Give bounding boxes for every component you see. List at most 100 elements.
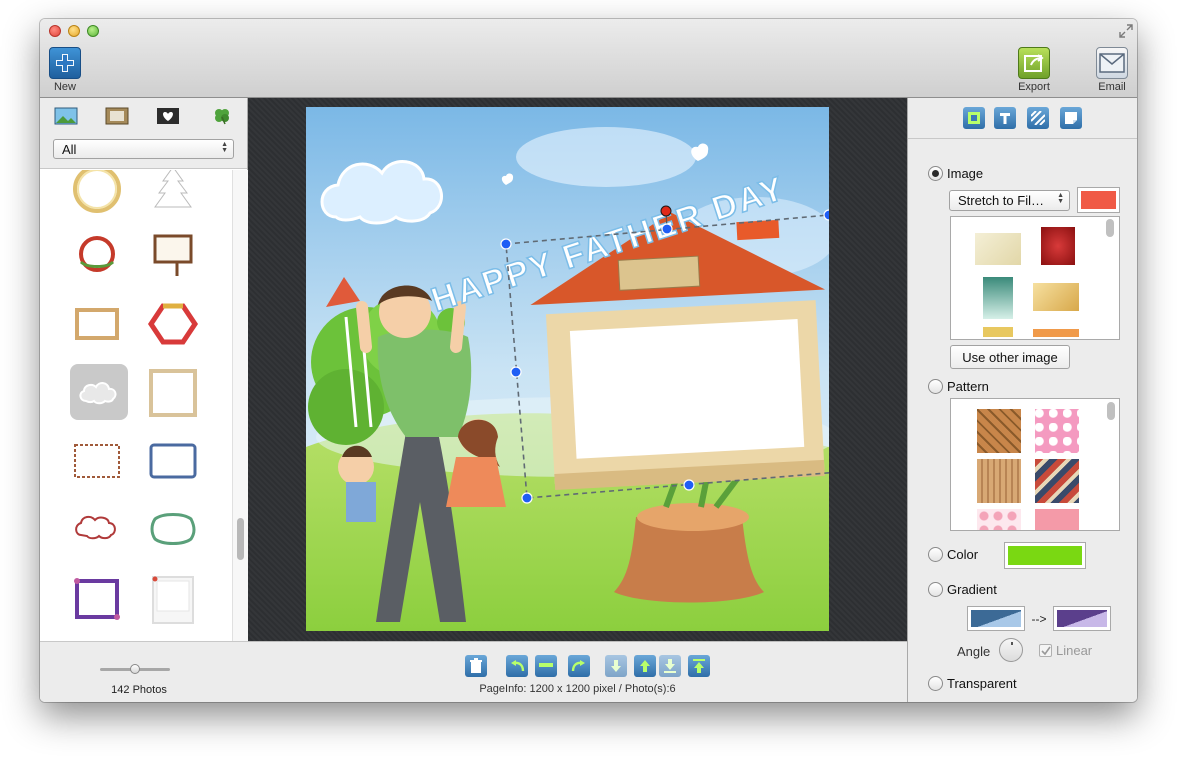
frame-thumb-green-wavy[interactable] bbox=[144, 500, 202, 558]
email-label: Email bbox=[1098, 81, 1126, 93]
send-to-back-button[interactable] bbox=[605, 655, 627, 677]
frame-thumb-tree[interactable] bbox=[144, 170, 202, 218]
background-tab[interactable] bbox=[54, 107, 78, 125]
rotate-left-button[interactable] bbox=[506, 655, 528, 677]
thumbnail-size-slider[interactable] bbox=[100, 664, 170, 674]
linear-label: Linear bbox=[1056, 643, 1093, 658]
bg-thumb-yellow[interactable] bbox=[983, 327, 1013, 337]
fill-mode-select[interactable]: Stretch to Fil… ▲ ▼ bbox=[949, 190, 1070, 211]
background-inspector-tab[interactable] bbox=[963, 107, 985, 129]
pattern-radio[interactable] bbox=[928, 379, 943, 394]
bg-thumb-gold[interactable] bbox=[1033, 283, 1079, 311]
gradient-option[interactable]: Gradient bbox=[928, 582, 997, 597]
gradient-end-swatch bbox=[1057, 610, 1107, 627]
bg-thumb-red[interactable] bbox=[1041, 227, 1075, 265]
category-select[interactable]: All ▲ ▼ bbox=[53, 139, 234, 159]
color-well[interactable] bbox=[1004, 542, 1086, 569]
zoom-window-button[interactable] bbox=[87, 25, 99, 37]
angle-dial-indicator bbox=[1011, 642, 1013, 645]
bg-thumb-teal[interactable] bbox=[983, 277, 1013, 319]
minimize-window-button[interactable] bbox=[68, 25, 80, 37]
delete-button[interactable] bbox=[465, 655, 487, 677]
left-toolbar: All ▲ ▼ bbox=[40, 98, 247, 169]
pattern-list-scrollbar[interactable] bbox=[1107, 402, 1115, 420]
rotate-right-button[interactable] bbox=[568, 655, 590, 677]
frame-thumb-sign[interactable] bbox=[144, 225, 202, 283]
pattern-option[interactable]: Pattern bbox=[928, 379, 989, 394]
landscape-icon bbox=[54, 107, 78, 125]
text-inspector-tab[interactable] bbox=[994, 107, 1016, 129]
pattern-dots-pink[interactable] bbox=[977, 509, 1021, 530]
pattern-inspector-tab[interactable] bbox=[1027, 107, 1049, 129]
shape-tab[interactable] bbox=[156, 107, 180, 125]
use-other-image-label: Use other image bbox=[962, 349, 1058, 365]
photo-count-label: 142 Photos bbox=[111, 684, 167, 696]
image-radio[interactable] bbox=[928, 166, 943, 181]
plus-icon bbox=[49, 47, 81, 79]
frame-thumb-polaroid[interactable] bbox=[144, 570, 202, 628]
category-select-value: All bbox=[62, 141, 77, 157]
frame-thumb-hexagon[interactable] bbox=[144, 295, 202, 353]
frame-thumb-gold-circle[interactable] bbox=[68, 170, 126, 218]
pattern-wood[interactable] bbox=[977, 459, 1021, 503]
gallery-scroll-thumb[interactable] bbox=[237, 518, 244, 560]
frame-thumb-stitched[interactable] bbox=[68, 432, 126, 490]
image-fill-swatch bbox=[1081, 191, 1116, 209]
frame-tab[interactable] bbox=[105, 107, 129, 125]
slider-knob[interactable] bbox=[130, 664, 140, 674]
image-option-label: Image bbox=[947, 166, 984, 181]
frame-thumb-square-wood[interactable] bbox=[144, 364, 202, 422]
image-list-scrollbar[interactable] bbox=[1106, 219, 1114, 237]
send-to-bottom-button[interactable] bbox=[659, 655, 681, 677]
export-button[interactable]: Export bbox=[1017, 47, 1051, 93]
clipart-tab[interactable] bbox=[210, 107, 234, 125]
frame-thumb-red-wreath[interactable] bbox=[68, 225, 126, 283]
export-label: Export bbox=[1018, 81, 1050, 93]
email-button[interactable]: Email bbox=[1095, 47, 1129, 93]
linear-check-box[interactable] bbox=[1039, 644, 1052, 657]
frame-thumb-red-cloud[interactable] bbox=[68, 500, 126, 558]
note-inspector-tab[interactable] bbox=[1060, 107, 1082, 129]
flip-button[interactable] bbox=[535, 655, 557, 677]
bring-to-top-button[interactable] bbox=[688, 655, 710, 677]
angle-dial[interactable] bbox=[999, 638, 1023, 662]
linear-checkbox[interactable]: Linear bbox=[1039, 643, 1092, 658]
fullscreen-icon[interactable] bbox=[1119, 24, 1133, 38]
note-icon bbox=[1065, 112, 1077, 124]
pattern-diagonal-stripes[interactable] bbox=[1035, 459, 1079, 503]
right-panel: Image Stretch to Fil… ▲ ▼ Use other image… bbox=[907, 98, 1137, 702]
frame-thumb-cloud-selected[interactable] bbox=[70, 364, 128, 420]
color-radio[interactable] bbox=[928, 547, 943, 562]
bring-forward-button[interactable] bbox=[634, 655, 656, 677]
text-icon bbox=[1000, 113, 1010, 124]
envelope-icon bbox=[1096, 47, 1128, 79]
bg-thumb-orange[interactable] bbox=[1033, 329, 1079, 337]
close-window-button[interactable] bbox=[49, 25, 61, 37]
canvas-footer: PageInfo: 1200 x 1200 pixel / Photo(s):6 bbox=[248, 641, 907, 702]
color-option-label: Color bbox=[947, 547, 979, 562]
bg-thumb-cream[interactable] bbox=[975, 233, 1021, 265]
page-canvas[interactable]: HAPPY FATHER DAY bbox=[306, 107, 829, 631]
image-fill-color-well[interactable] bbox=[1077, 187, 1120, 213]
frame-thumb-purple[interactable] bbox=[68, 570, 126, 628]
pattern-woven[interactable] bbox=[977, 409, 1021, 453]
gradient-radio[interactable] bbox=[928, 582, 943, 597]
new-label: New bbox=[53, 81, 76, 93]
gradient-start-well[interactable] bbox=[967, 606, 1025, 631]
frame-gallery bbox=[40, 170, 232, 641]
left-footer: 142 Photos bbox=[40, 641, 248, 702]
use-other-image-button[interactable]: Use other image bbox=[950, 345, 1070, 369]
frame-thumb-wood[interactable] bbox=[68, 295, 126, 353]
gradient-end-well[interactable] bbox=[1053, 606, 1111, 631]
transparent-option[interactable]: Transparent bbox=[928, 676, 1017, 691]
transparent-radio[interactable] bbox=[928, 676, 943, 691]
color-option[interactable]: Color bbox=[928, 547, 978, 562]
gallery-scrollbar[interactable] bbox=[232, 170, 248, 641]
image-option[interactable]: Image bbox=[928, 166, 983, 181]
new-button[interactable]: New bbox=[48, 47, 82, 93]
frame-thumb-blue-rough[interactable] bbox=[144, 432, 202, 490]
pattern-pink-solid[interactable] bbox=[1035, 509, 1079, 530]
pattern-hearts-pink[interactable] bbox=[1035, 409, 1079, 453]
checkmark-icon bbox=[1040, 646, 1051, 655]
pattern-option-label: Pattern bbox=[947, 379, 989, 394]
